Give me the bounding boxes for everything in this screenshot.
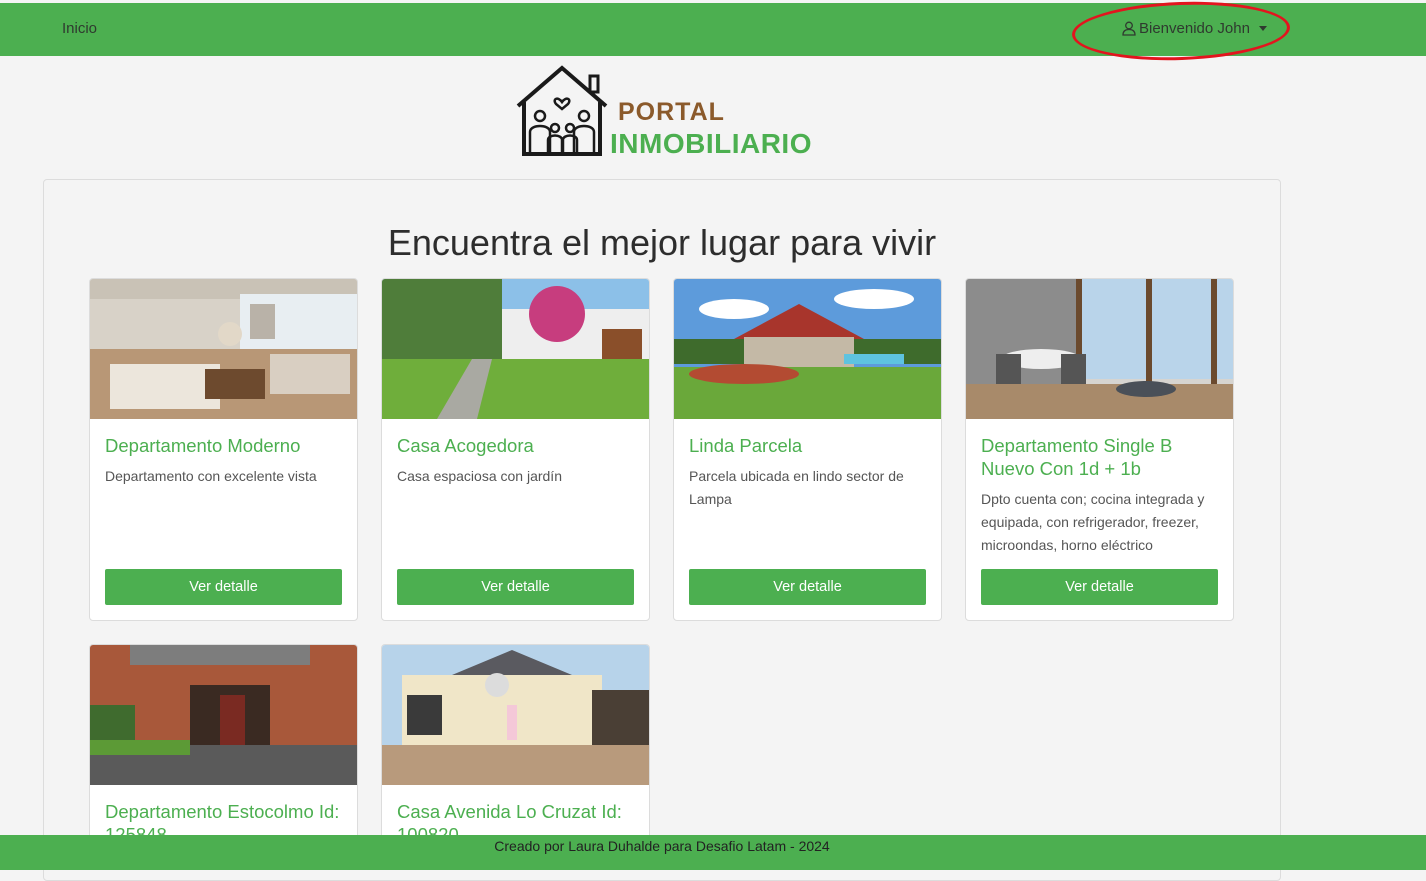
property-photo[interactable] — [90, 645, 357, 785]
property-description: Departamento con excelente vista — [105, 468, 317, 484]
property-photo[interactable] — [674, 279, 941, 419]
property-title[interactable]: Departamento Moderno — [105, 434, 345, 457]
property-card: Linda Parcela Parcela ubicada en lindo s… — [673, 278, 942, 621]
property-title[interactable]: Linda Parcela — [689, 434, 929, 457]
property-description: Dpto cuenta con; cocina integrada y equi… — [981, 491, 1205, 553]
property-description: Parcela ubicada en lindo sector de Lampa — [689, 468, 904, 507]
logo-text-portal: PORTAL — [618, 98, 725, 126]
page-footer: Creado por Laura Duhalde para Desafio La… — [0, 835, 1426, 870]
property-title[interactable]: Casa Acogedora — [397, 434, 637, 457]
house-family-logo — [516, 65, 608, 156]
property-title[interactable]: Departamento Single B Nuevo Con 1d + 1b — [981, 434, 1221, 480]
view-detail-button[interactable]: Ver detalle — [981, 569, 1218, 605]
property-card: Casa Acogedora Casa espaciosa con jardín… — [381, 278, 650, 621]
property-photo[interactable] — [90, 279, 357, 419]
logo-text-inmobiliario: INMOBILIARIO — [610, 128, 812, 159]
page-headline: Encuentra el mejor lugar para vivir — [387, 222, 937, 263]
view-detail-button[interactable]: Ver detalle — [397, 569, 634, 605]
property-photo[interactable] — [966, 279, 1233, 419]
footer-credits: Creado por Laura Duhalde para Desafio La… — [494, 838, 830, 854]
property-card: Departamento Moderno Departamento con ex… — [89, 278, 358, 621]
view-detail-button[interactable]: Ver detalle — [689, 569, 926, 605]
nav-home-link[interactable]: Inicio — [62, 20, 97, 37]
property-description: Casa espaciosa con jardín — [397, 468, 562, 484]
property-photo[interactable] — [382, 279, 649, 419]
property-card: Casa Avenida Lo Cruzat Id: 100820 — [381, 644, 650, 846]
property-photo[interactable] — [382, 645, 649, 785]
view-detail-button[interactable]: Ver detalle — [105, 569, 342, 605]
site-logo[interactable]: PORTAL INMOBILIARIO — [512, 64, 832, 160]
property-card: Departamento Estocolmo Id: 125848 — [89, 644, 358, 846]
property-card: Departamento Single B Nuevo Con 1d + 1b … — [965, 278, 1234, 621]
